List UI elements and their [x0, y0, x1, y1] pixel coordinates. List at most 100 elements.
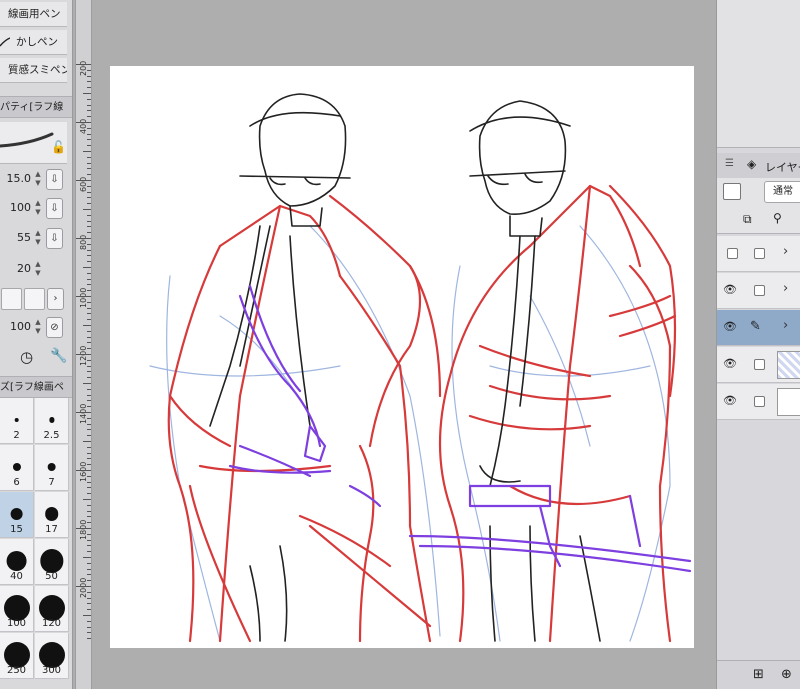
- brush-size-preset[interactable]: 100: [0, 586, 34, 632]
- sketch-artwork: [149, 93, 692, 643]
- ruler-label: 1600: [79, 461, 88, 482]
- eye-icon[interactable]: 👁: [723, 320, 737, 333]
- brush-hardness-value[interactable]: 55: [17, 231, 31, 244]
- brush-opacity-row: 100 ▲ ▼ ⇩: [0, 195, 72, 223]
- brush-size-label: 120: [41, 618, 62, 629]
- ruler-tick: [76, 238, 91, 239]
- ruler-tick: [87, 574, 91, 576]
- chevron-right-icon[interactable]: ›: [783, 318, 788, 333]
- menu-icon[interactable]: ☰: [725, 158, 734, 169]
- lock-checkbox[interactable]: [754, 285, 765, 296]
- ruler-label: 1000: [79, 287, 88, 308]
- ruler-tick: [87, 69, 91, 71]
- ruler-tick: [76, 122, 91, 123]
- ruler-tick: [76, 470, 91, 471]
- brush-density-value[interactable]: 20: [17, 262, 31, 275]
- brush-size-preset[interactable]: 50: [35, 539, 69, 585]
- brush-size-label: 2.5: [43, 430, 60, 441]
- ruler-tick: [87, 98, 91, 100]
- chevron-right-icon[interactable]: ›: [47, 288, 64, 310]
- ruler-tick: [87, 203, 91, 205]
- ruler-tick: [87, 591, 91, 593]
- brush-size-preset[interactable]: 120: [35, 586, 69, 632]
- timer-icon[interactable]: ◷: [20, 348, 33, 366]
- wrench-icon[interactable]: 🔧: [50, 348, 67, 364]
- brush-size-dot: [48, 417, 55, 423]
- brush-size-preset[interactable]: 40: [0, 539, 34, 585]
- ruler-tick: [87, 435, 91, 437]
- pen-icon[interactable]: ✎: [750, 319, 761, 334]
- ruler-tick: [87, 220, 91, 222]
- brush-opacity-stepper[interactable]: ▲ ▼: [33, 199, 43, 219]
- brush-size-dynamics-button[interactable]: ⇩: [46, 169, 63, 190]
- layer-copy-icon[interactable]: ⧉: [743, 212, 752, 227]
- lock-icon[interactable]: 🔓: [51, 140, 66, 154]
- ruler-tick: [83, 615, 91, 616]
- canvas[interactable]: [110, 66, 694, 648]
- layer-row[interactable]: 👁: [717, 347, 800, 383]
- texture-chip[interactable]: [1, 288, 22, 310]
- brush-size-preset[interactable]: 2.5: [35, 398, 69, 444]
- brush-hardness-stepper[interactable]: ▲ ▼: [33, 229, 43, 249]
- brush-item-lineart-pen[interactable]: 線画用ペン: [0, 2, 67, 27]
- stabilization-value[interactable]: 100: [10, 320, 31, 333]
- ruler-tick: [87, 377, 91, 379]
- brush-hardness-row: 55 ▲ ▼ ⇩: [0, 225, 72, 253]
- brush-size-preset[interactable]: 6: [0, 445, 34, 491]
- brush-size-preset[interactable]: 15: [0, 492, 34, 538]
- ruler-tick: [87, 336, 91, 338]
- brush-size-preset[interactable]: 2: [0, 398, 34, 444]
- lock-checkbox[interactable]: [754, 248, 765, 259]
- brush-size-preset[interactable]: 17: [35, 492, 69, 538]
- brush-size-preset[interactable]: 7: [35, 445, 69, 491]
- blend-mode-select[interactable]: 通常: [764, 181, 800, 203]
- ruler-label: 1200: [79, 345, 88, 366]
- layer-color-swatch[interactable]: [723, 183, 741, 200]
- brush-size-dot: [14, 417, 19, 423]
- brush-size-stepper[interactable]: ▲ ▼: [33, 170, 43, 190]
- ruler-tick: [87, 255, 91, 257]
- brush-hardness-dynamics-button[interactable]: ⇩: [46, 228, 63, 249]
- layer-panel: ☰ ◈ レイヤー 通常 ⧉ ⚲ ›👁›👁✎›👁👁 ⊞ ⊕: [716, 0, 800, 689]
- chevron-right-icon[interactable]: ›: [783, 281, 788, 296]
- new-layer-icon[interactable]: ⊞: [753, 667, 764, 682]
- eye-icon[interactable]: 👁: [723, 394, 737, 407]
- layer-row[interactable]: 👁 ✎ ›: [717, 310, 800, 346]
- brush-opacity-value[interactable]: 100: [10, 201, 31, 214]
- tool-property-panel: 線画用ペン かしペン 質感スミペン パティ[ラフ線 🔓 15.0 ▲ ▼ ⇩ 10…: [0, 0, 73, 689]
- layer-row[interactable]: ›: [717, 236, 800, 272]
- chevron-right-icon[interactable]: ›: [783, 244, 788, 259]
- lock-checkbox[interactable]: [754, 396, 765, 407]
- ruler-label: 600: [79, 176, 88, 192]
- eye-icon[interactable]: 👁: [723, 283, 737, 296]
- lock-checkbox[interactable]: [754, 359, 765, 370]
- brush-size-dot: [44, 507, 59, 521]
- new-folder-icon[interactable]: ⊕: [781, 667, 792, 682]
- ruler-tick: [83, 209, 91, 210]
- brush-density-stepper[interactable]: ▲ ▼: [33, 260, 43, 280]
- tool-property-title: パティ[ラフ線: [0, 102, 64, 113]
- brush-size-dot: [47, 462, 56, 472]
- stabilization-toggle-button[interactable]: ⊘: [46, 317, 63, 338]
- brush-label: 線画用ペン: [8, 8, 61, 20]
- tab-layer[interactable]: レイヤー: [765, 159, 800, 175]
- brush-size-value[interactable]: 15.0: [7, 172, 32, 185]
- brush-opacity-dynamics-button[interactable]: ⇩: [46, 198, 63, 219]
- brush-item-texture-ink-pen[interactable]: 質感スミペン: [0, 58, 67, 83]
- ruler-tick: [87, 423, 91, 425]
- stabilization-stepper[interactable]: ▲ ▼: [33, 318, 43, 338]
- layers-icon[interactable]: ◈: [747, 157, 756, 171]
- ruler-tick: [87, 185, 91, 187]
- ruler-tick: [87, 261, 91, 263]
- layer-mask-icon[interactable]: ⚲: [773, 211, 782, 225]
- texture-chip[interactable]: [24, 288, 45, 310]
- brush-size-preset[interactable]: 250: [0, 633, 34, 679]
- visibility-checkbox[interactable]: [727, 248, 738, 259]
- ruler-tick: [87, 359, 91, 361]
- ruler-tick: [87, 475, 91, 477]
- layer-row[interactable]: 👁 ›: [717, 273, 800, 309]
- brush-item-kashi-pen[interactable]: かしペン: [0, 30, 67, 55]
- brush-size-preset[interactable]: 300: [35, 633, 69, 679]
- layer-row[interactable]: 👁: [717, 384, 800, 420]
- eye-icon[interactable]: 👁: [723, 357, 737, 370]
